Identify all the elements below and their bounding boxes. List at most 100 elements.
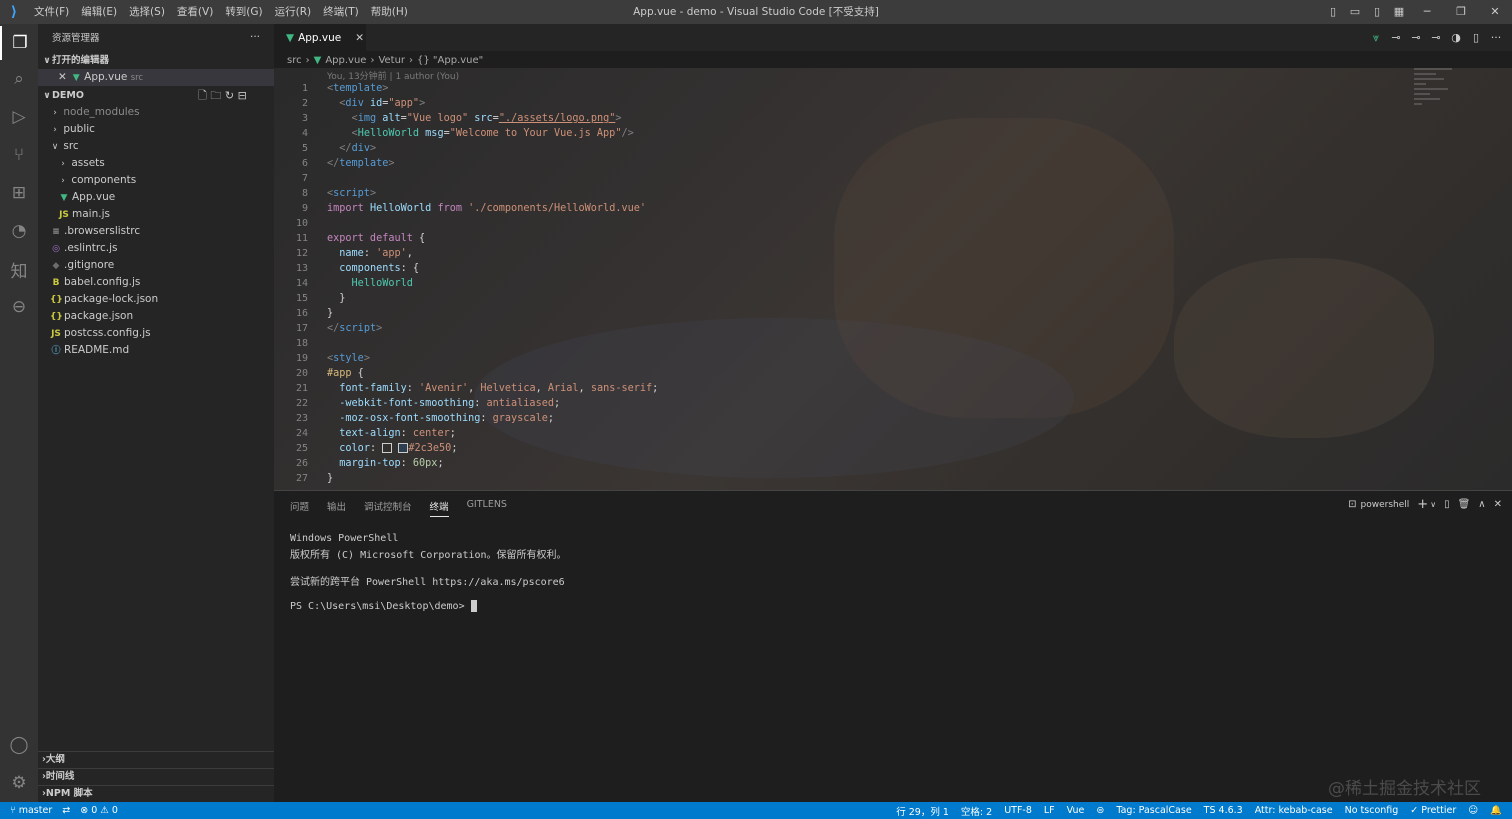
vscode-logo-icon: ⟩: [10, 4, 18, 20]
customize-layout-icon[interactable]: ▦: [1388, 0, 1410, 24]
tree-item-src[interactable]: ∨ src: [38, 138, 286, 155]
split-terminal-icon[interactable]: ▯: [1444, 499, 1450, 510]
language-mode[interactable]: Vue: [1067, 805, 1085, 816]
explorer-icon[interactable]: ❐: [0, 26, 38, 60]
close-icon[interactable]: ✕: [58, 71, 67, 83]
menu-terminal[interactable]: 终端(T): [317, 0, 365, 24]
tab-problems[interactable]: 问题: [290, 499, 309, 517]
tab-output[interactable]: 输出: [327, 499, 346, 517]
gear-icon[interactable]: ⚙: [0, 766, 38, 800]
close-window-icon[interactable]: ✕: [1478, 0, 1512, 24]
tag-casing[interactable]: Tag: PascalCase: [1116, 805, 1191, 816]
tree-item-browserslistrc[interactable]: ≡ .browserslistrc: [38, 223, 286, 240]
split-editor-icon[interactable]: ▯: [1466, 31, 1486, 44]
ts-version[interactable]: TS 4.6.3: [1204, 805, 1243, 816]
tree-item-package-json[interactable]: {}package.json: [38, 308, 286, 325]
menu-go[interactable]: 转到(G): [219, 0, 268, 24]
run-debug-icon[interactable]: ▷: [0, 100, 38, 134]
menu-view[interactable]: 查看(V): [171, 0, 219, 24]
maximize-panel-icon[interactable]: ∧: [1478, 499, 1485, 510]
minimize-icon[interactable]: ─: [1410, 0, 1444, 24]
new-file-icon[interactable]: 🗋: [198, 89, 207, 102]
outline-section[interactable]: ›大纲: [38, 751, 278, 768]
tree-item-readme[interactable]: ⓘ README.md: [38, 342, 286, 359]
remote-icon[interactable]: ⊖: [0, 290, 38, 324]
source-control-icon[interactable]: ⑂: [0, 138, 38, 172]
open-editor-item[interactable]: ✕ ▼ App.vue src: [38, 69, 294, 86]
terminal-shell-label[interactable]: powershell: [1361, 500, 1410, 510]
collapse-all-icon[interactable]: ⊟: [238, 89, 247, 102]
terminal-prompt[interactable]: PS C:\Users\msi\Desktop\demo>: [290, 600, 477, 612]
open-editors-header[interactable]: ∨打开的编辑器: [38, 52, 278, 69]
line-number: 6: [301, 158, 308, 169]
sync-icon[interactable]: ⇄: [62, 805, 70, 816]
restore-icon[interactable]: ❐: [1444, 0, 1478, 24]
tree-item-app-vue[interactable]: ▼ App.vue: [38, 189, 294, 206]
problems-status[interactable]: ⊗ 0 ⚠ 0: [80, 805, 118, 816]
new-terminal-icon[interactable]: +: [1417, 497, 1428, 512]
color-swatch-icon[interactable]: [382, 443, 393, 453]
npm-scripts-section[interactable]: ›NPM 脚本: [38, 785, 278, 802]
account-icon[interactable]: ◯: [0, 728, 38, 762]
tree-item-node-modules[interactable]: › node_modules: [38, 104, 286, 121]
tree-item-gitignore[interactable]: ◆ .gitignore: [38, 257, 286, 274]
tree-item-eslintrc[interactable]: ◎ .eslintrc.js: [38, 240, 286, 257]
vue-preview-icon[interactable]: ⩔: [1366, 31, 1386, 45]
breadcrumb-src[interactable]: src: [287, 55, 302, 66]
tab-app-vue[interactable]: ▼ App.vue ✕: [274, 24, 366, 51]
prettier-status[interactable]: ✓ Prettier: [1410, 805, 1456, 816]
breadcrumb-vetur[interactable]: Vetur: [378, 55, 405, 66]
tab-gitlens[interactable]: GITLENS: [467, 499, 507, 517]
trash-icon[interactable]: 🗑: [1458, 499, 1471, 510]
vetur-icon[interactable]: ⊜: [1096, 805, 1104, 816]
minimap[interactable]: [1414, 68, 1458, 118]
search-icon[interactable]: ⌕: [0, 62, 38, 96]
feedback-icon[interactable]: ☺: [1468, 805, 1478, 816]
close-panel-icon[interactable]: ✕: [1494, 499, 1502, 510]
color-swatch-icon[interactable]: [398, 443, 409, 453]
menu-help[interactable]: 帮助(H): [365, 0, 414, 24]
attr-casing[interactable]: Attr: kebab-case: [1255, 805, 1333, 816]
cursor-position[interactable]: 行 29，列 1: [896, 804, 949, 818]
tree-item-babel-config[interactable]: Bbabel.config.js: [38, 274, 286, 291]
breadcrumb-app-vue[interactable]: App.vue: [325, 55, 366, 66]
tree-item-assets[interactable]: › assets: [38, 155, 294, 172]
toggle-secondary-sidebar-icon[interactable]: ▯: [1366, 0, 1388, 24]
zhihu-icon[interactable]: 知: [0, 252, 38, 286]
tsconfig-status[interactable]: No tsconfig: [1345, 805, 1399, 816]
tree-item-postcss-config[interactable]: JS postcss.config.js: [38, 325, 286, 342]
encoding[interactable]: UTF-8: [1004, 805, 1032, 816]
close-tab-icon[interactable]: ✕: [355, 32, 364, 44]
tree-item-public[interactable]: › public: [38, 121, 286, 138]
toggle-panel-icon[interactable]: ▭: [1344, 0, 1366, 24]
end-of-line[interactable]: LF: [1044, 805, 1055, 816]
new-folder-icon[interactable]: 🗀: [210, 89, 221, 102]
menu-run[interactable]: 运行(R): [269, 0, 318, 24]
timeline-icon[interactable]: ◔: [0, 214, 38, 248]
explorer-actions: 🗋 🗀 ↻ ⊟: [198, 87, 274, 104]
chevron-down-icon[interactable]: ∨: [1430, 500, 1436, 509]
refresh-icon[interactable]: ↻: [225, 89, 234, 102]
menu-file[interactable]: 文件(F): [28, 0, 75, 24]
tree-item-components[interactable]: › components: [38, 172, 294, 189]
menu-selection[interactable]: 选择(S): [123, 0, 171, 24]
tree-item-main-js[interactable]: JS main.js: [38, 206, 294, 223]
tab-debug-console[interactable]: 调试控制台: [364, 499, 412, 517]
indentation[interactable]: 空格: 2: [961, 804, 992, 818]
next-change-icon[interactable]: ⊸: [1426, 31, 1446, 44]
extensions-icon[interactable]: ⊞: [0, 176, 38, 210]
gitlens-compare-icon[interactable]: ⊸: [1386, 31, 1406, 44]
menu-edit[interactable]: 编辑(E): [75, 0, 123, 24]
more-actions-icon[interactable]: ···: [1486, 31, 1506, 44]
tree-item-package-lock[interactable]: {}package-lock.json: [38, 291, 286, 308]
toggle-sidebar-icon[interactable]: ▯: [1322, 0, 1344, 24]
timeline-section[interactable]: ›时间线: [38, 768, 278, 785]
notifications-bell-icon[interactable]: 🔔: [1490, 805, 1502, 816]
branch-status[interactable]: ⑂ master: [10, 805, 52, 816]
tab-terminal[interactable]: 终端: [429, 499, 449, 517]
chevron-down-icon: ∨: [43, 56, 51, 66]
open-changes-icon[interactable]: ◑: [1446, 31, 1466, 44]
breadcrumb-symbol[interactable]: {} "App.vue": [417, 55, 483, 66]
explorer-more-button[interactable]: ···: [250, 29, 270, 46]
previous-change-icon[interactable]: ⊸: [1406, 31, 1426, 44]
